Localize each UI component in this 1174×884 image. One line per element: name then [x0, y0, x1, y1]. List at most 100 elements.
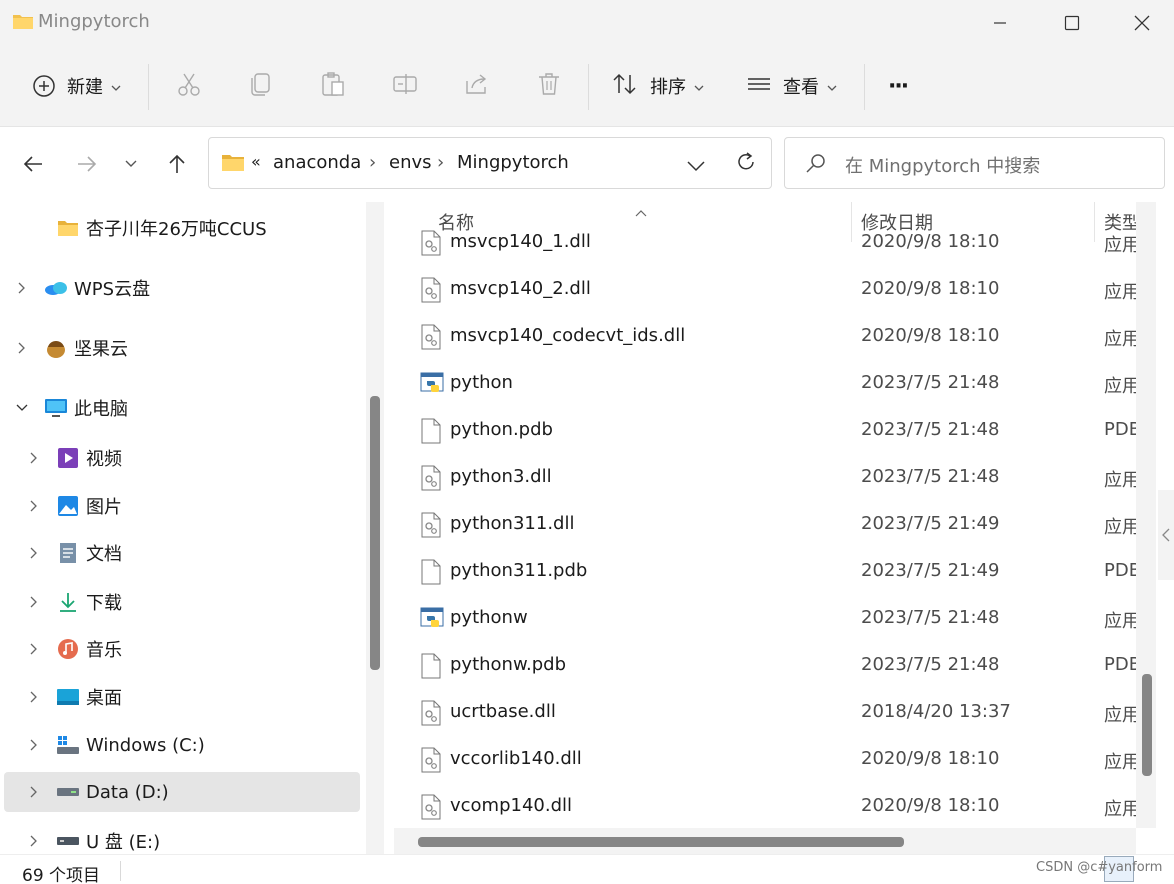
breadcrumb-anaconda[interactable]: anaconda: [273, 152, 361, 173]
address-history-button[interactable]: [687, 157, 705, 176]
horizontal-scrollbar-thumb[interactable]: [418, 837, 904, 847]
file-modified-date: 2020/9/8 18:10: [861, 795, 1000, 816]
sidebar-item-drive-d[interactable]: Data (D:): [4, 772, 360, 812]
view-button-label: 查看: [783, 77, 819, 98]
sidebar-item-pictures[interactable]: 图片: [4, 486, 360, 526]
sidebar-item-wps-cloud[interactable]: WPS云盘: [4, 268, 360, 308]
search-input[interactable]: 在 Mingpytorch 中搜索: [784, 137, 1165, 189]
file-row[interactable]: msvcp140_1.dll 2020/9/8 18:10 应用: [386, 219, 1146, 266]
file-row[interactable]: msvcp140_codecvt_ids.dll 2020/9/8 18:10 应用: [386, 313, 1146, 360]
chevron-right-icon[interactable]: [26, 737, 42, 753]
share-icon: [464, 71, 490, 102]
sidebar-item-drive-c[interactable]: Windows (C:): [4, 725, 360, 765]
chevron-right-icon[interactable]: [26, 545, 42, 561]
file-row[interactable]: msvcp140_2.dll 2020/9/8 18:10 应用: [386, 266, 1146, 313]
dll-icon: [420, 230, 442, 256]
details-pane-toggle[interactable]: [1158, 490, 1174, 580]
sidebar-item-jianguoyun[interactable]: 坚果云: [4, 328, 360, 368]
file-row[interactable]: ucrtbase.dll 2018/4/20 13:37 应用: [386, 689, 1146, 736]
chevron-down-icon: [694, 76, 704, 97]
chevron-right-icon[interactable]: [26, 498, 42, 514]
file-list: 名称 修改日期 类型 msvcp140_1.dll 2020/9/8 18:10 应…: [386, 202, 1174, 854]
file-type: 应用: [1104, 705, 1136, 726]
file-type: 应用: [1104, 611, 1136, 632]
minimize-button[interactable]: [978, 8, 1022, 38]
file-row[interactable]: python.pdb 2023/7/5 21:48 PDB: [386, 407, 1146, 454]
sidebar-item-ccus-folder[interactable]: 杏子川年26万吨CCUS: [4, 208, 360, 248]
folder-icon: [12, 12, 34, 30]
file-row[interactable]: pythonw 2023/7/5 21:48 应用: [386, 595, 1146, 642]
chevron-right-icon[interactable]: [26, 833, 42, 849]
file-row[interactable]: vcomp140.dll 2020/9/8 18:10 应用: [386, 783, 1146, 830]
file-modified-date: 2023/7/5 21:48: [861, 607, 1000, 628]
status-divider: [120, 861, 121, 881]
cut-button[interactable]: [176, 68, 202, 104]
folder-icon: [221, 152, 245, 176]
sidebar-item-music[interactable]: 音乐: [4, 629, 360, 669]
watermark: CSDN @c#yanform: [1036, 860, 1163, 875]
file-modified-date: 2020/9/8 18:10: [861, 278, 1000, 299]
sidebar-scrollbar-thumb[interactable]: [370, 396, 380, 670]
maximize-icon: [1064, 15, 1080, 31]
copy-icon: [248, 71, 274, 102]
breadcrumb-mingpytorch[interactable]: Mingpytorch: [457, 152, 569, 173]
back-button[interactable]: [18, 149, 48, 179]
breadcrumb-envs[interactable]: envs: [389, 152, 432, 173]
sidebar-item-label: U 盘 (E:): [86, 832, 161, 853]
chevron-right-icon[interactable]: [26, 784, 42, 800]
chevron-down-icon[interactable]: [14, 400, 30, 416]
sort-button[interactable]: 排序: [612, 68, 704, 104]
breadcrumb-overflow[interactable]: «: [251, 152, 261, 171]
picture-icon: [56, 494, 80, 518]
file-row[interactable]: python311.pdb 2023/7/5 21:49 PDB: [386, 548, 1146, 595]
file-list-scrollbar-thumb[interactable]: [1142, 674, 1152, 776]
delete-button[interactable]: [536, 68, 562, 104]
chevron-right-icon[interactable]: [26, 689, 42, 705]
file-row[interactable]: pythonw.pdb 2023/7/5 21:48 PDB: [386, 642, 1146, 689]
view-button[interactable]: 查看: [746, 68, 837, 104]
file-type: 应用: [1104, 517, 1136, 538]
maximize-button[interactable]: [1050, 8, 1094, 38]
address-bar[interactable]: « anaconda › envs › Mingpytorch: [208, 137, 772, 189]
copy-button[interactable]: [248, 68, 274, 104]
computer-icon: [44, 396, 68, 420]
dll-icon: [420, 512, 442, 538]
sidebar-item-downloads[interactable]: 下载: [4, 582, 360, 622]
chevron-right-icon[interactable]: [14, 280, 30, 296]
new-button[interactable]: 新建: [32, 68, 121, 104]
up-button[interactable]: [162, 149, 192, 179]
sidebar-item-desktop[interactable]: 桌面: [4, 677, 360, 717]
refresh-button[interactable]: [735, 151, 757, 177]
document-icon: [56, 541, 80, 565]
sidebar-item-documents[interactable]: 文档: [4, 533, 360, 573]
file-modified-date: 2023/7/5 21:48: [861, 654, 1000, 675]
dll-icon: [420, 465, 442, 491]
chevron-right-icon[interactable]: [26, 450, 42, 466]
refresh-icon: [738, 152, 754, 170]
sidebar-item-this-pc[interactable]: 此电脑: [4, 388, 360, 428]
search-placeholder: 在 Mingpytorch 中搜索: [845, 156, 1041, 177]
file-modified-date: 2020/9/8 18:10: [861, 325, 1000, 346]
more-options-button[interactable]: ···: [888, 68, 909, 104]
share-button[interactable]: [464, 68, 490, 104]
chevron-right-icon[interactable]: [26, 594, 42, 610]
paste-button[interactable]: [320, 68, 346, 104]
forward-button[interactable]: [72, 149, 102, 179]
sidebar-item-videos[interactable]: 视频: [4, 438, 360, 478]
file-modified-date: 2020/9/8 18:10: [861, 748, 1000, 769]
close-icon: [1134, 15, 1150, 31]
chevron-right-icon[interactable]: [26, 641, 42, 657]
rename-button[interactable]: [392, 68, 418, 104]
file-row[interactable]: python3.dll 2023/7/5 21:48 应用: [386, 454, 1146, 501]
file-row[interactable]: python311.dll 2023/7/5 21:49 应用: [386, 501, 1146, 548]
file-row[interactable]: python 2023/7/5 21:48 应用: [386, 360, 1146, 407]
chevron-right-icon[interactable]: [14, 340, 30, 356]
sidebar-item-drive-e[interactable]: U 盘 (E:): [4, 821, 360, 854]
dll-icon: [420, 747, 442, 773]
close-button[interactable]: [1120, 8, 1164, 38]
file-modified-date: 2023/7/5 21:49: [861, 513, 1000, 534]
chevron-down-icon: [827, 76, 837, 97]
file-row[interactable]: vccorlib140.dll 2020/9/8 18:10 应用: [386, 736, 1146, 783]
toolbar-divider: [148, 64, 149, 110]
recent-locations-button[interactable]: [116, 149, 146, 179]
